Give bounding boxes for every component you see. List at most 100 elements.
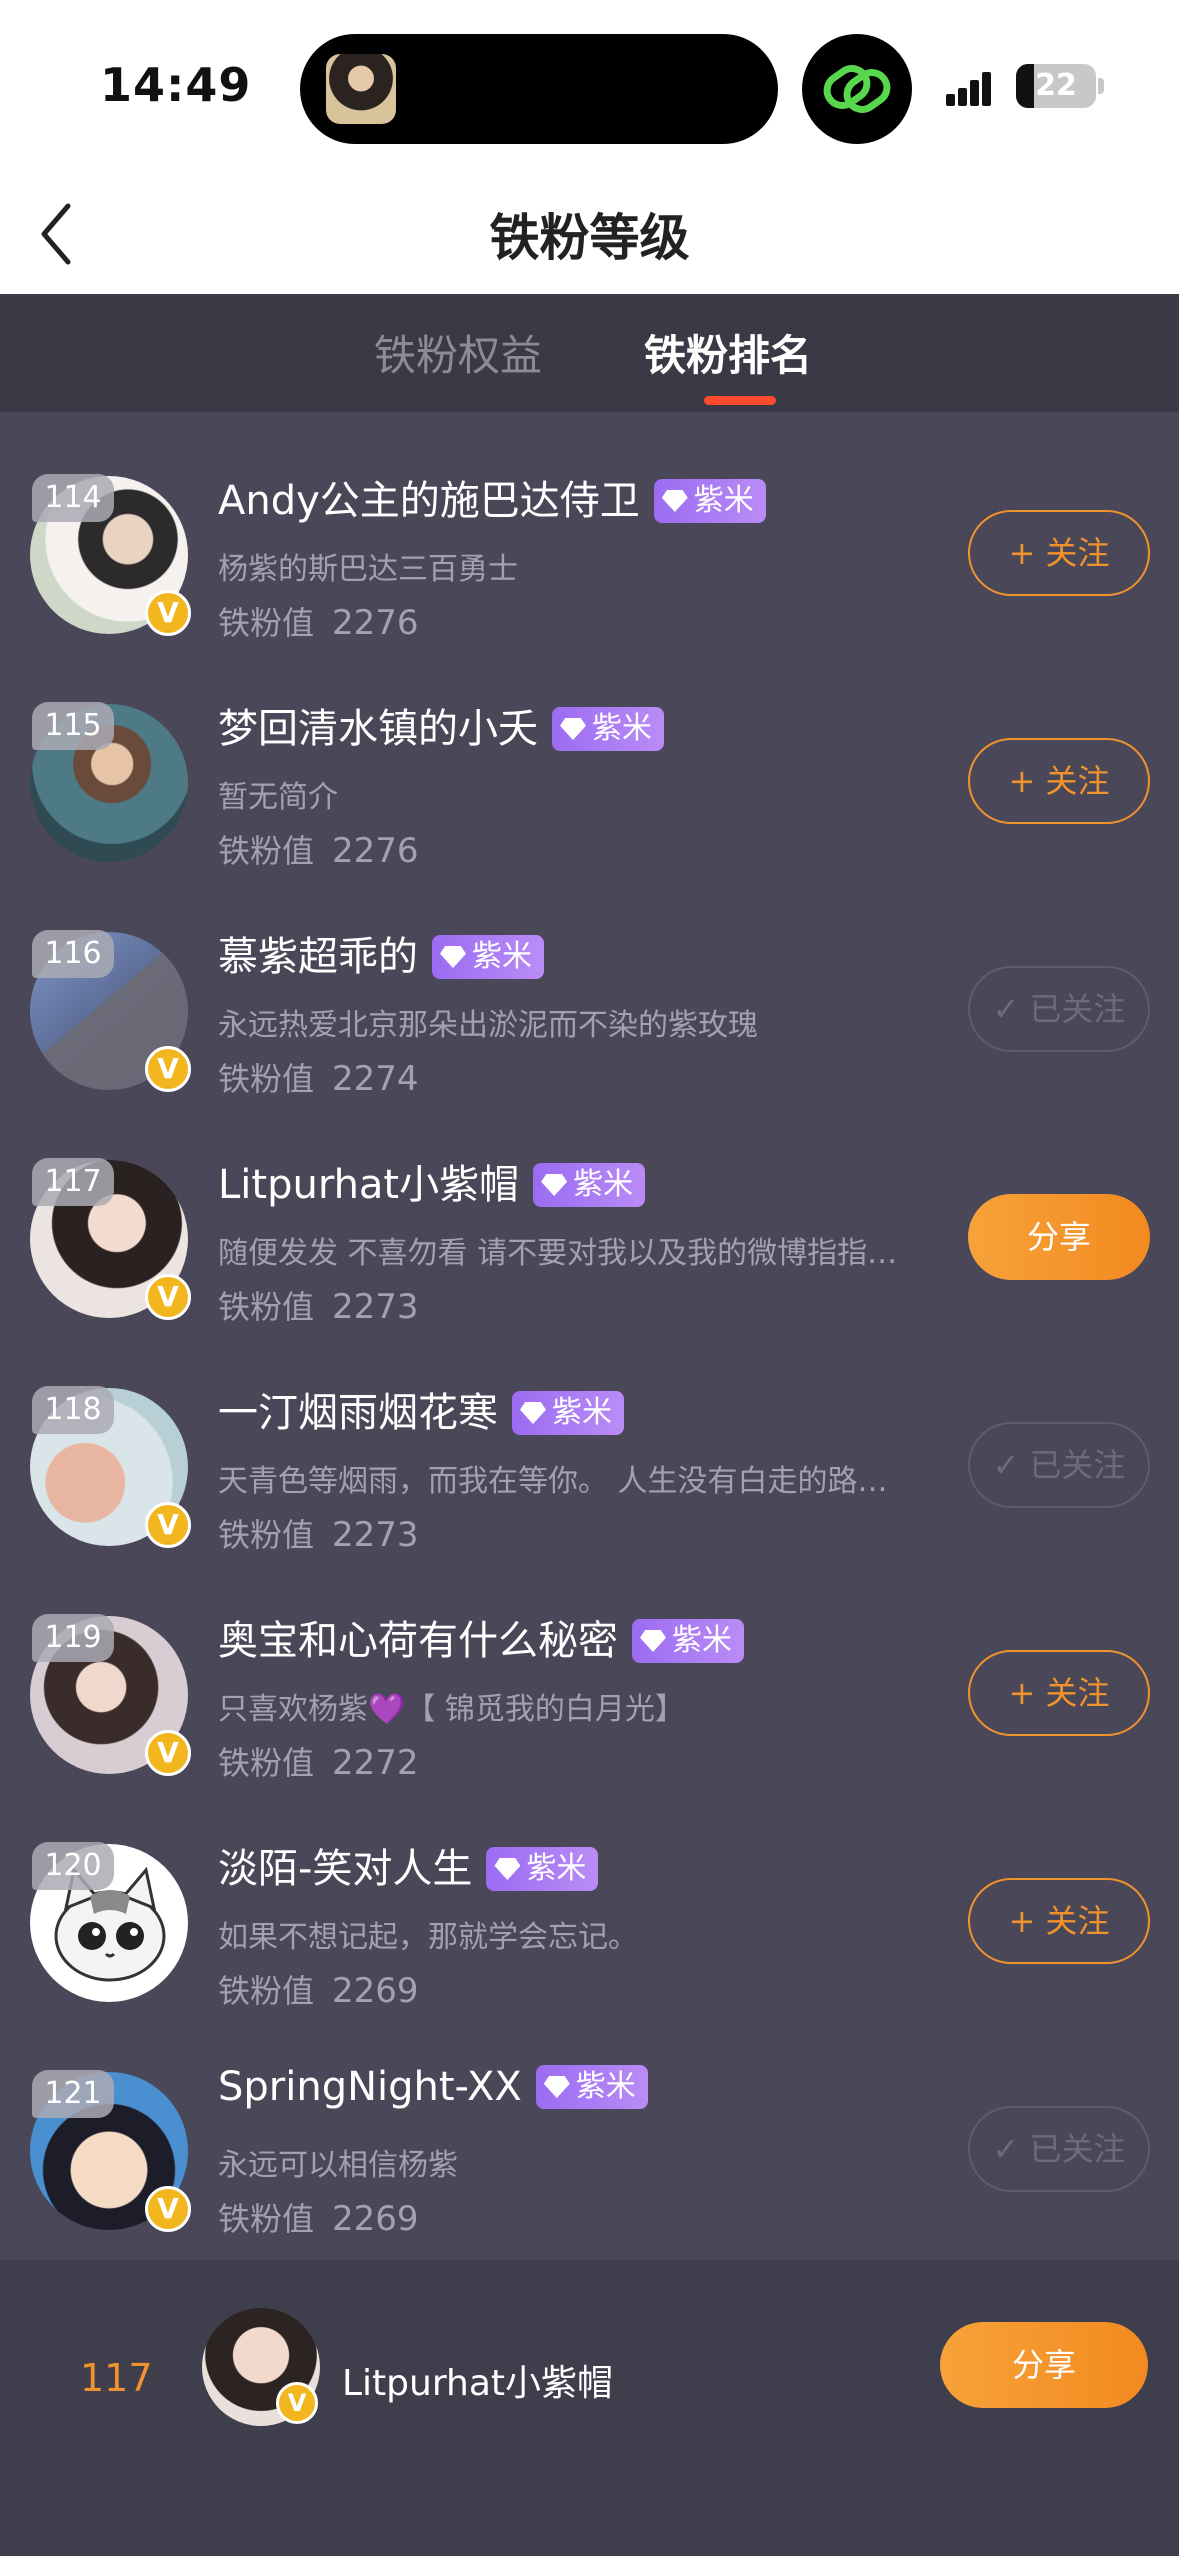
user-bio: 杨紫的斯巴达三百勇士	[218, 552, 518, 587]
my-ranking-bar: 117 V Litpurhat小紫帽 分享	[0, 2260, 1179, 2556]
nav-bar: 铁粉等级	[0, 170, 1179, 294]
level-tag: 紫米	[432, 935, 544, 979]
user-name[interactable]: 奥宝和心荷有什么秘密 紫米	[218, 1608, 744, 1666]
level-tag-label: 紫米	[672, 1623, 732, 1658]
following-button[interactable]: ✓ 已关注	[968, 966, 1150, 1052]
verified-icon: V	[145, 1046, 191, 1092]
level-tag-label: 紫米	[472, 939, 532, 974]
follow-button[interactable]: + 关注	[968, 1878, 1150, 1964]
user-name[interactable]: Andy公主的施巴达侍卫 紫米	[218, 468, 766, 526]
fan-score-value: 2272	[332, 1743, 419, 1783]
list-item[interactable]: 121 V SpringNight-XX 紫米 永远可以相信杨紫 铁粉值 2269 …	[0, 2008, 1179, 2239]
fan-score-label: 铁粉值	[218, 2200, 315, 2238]
rank-badge: 116	[32, 930, 114, 978]
user-name-text: 奥宝和心荷有什么秘密	[218, 1618, 618, 1664]
gem-icon	[661, 490, 688, 512]
list-item[interactable]: 118 V 一汀烟雨烟花寒 紫米 天青色等烟雨，而我在等你。 人生没有白走的路… …	[0, 1324, 1179, 1555]
list-item[interactable]: 117 V Litpurhat小紫帽 紫米 随便发发 不喜勿看 请不要对我以及我的…	[0, 1096, 1179, 1327]
fan-score-label: 铁粉值	[218, 1288, 315, 1326]
tab-ranking[interactable]: 铁粉排名	[644, 322, 812, 383]
rank-badge: 117	[32, 1158, 114, 1206]
list-item[interactable]: 115 梦回清水镇的小夭 紫米 暂无简介 铁粉值 2276 + 关注	[0, 640, 1179, 871]
follow-button[interactable]: + 关注	[968, 738, 1150, 824]
fan-score: 铁粉值 2269	[218, 2194, 419, 2240]
battery-cap	[1098, 78, 1104, 94]
level-tag: 紫米	[632, 1619, 744, 1663]
fan-score-value: 2276	[332, 603, 419, 643]
fan-score-label: 铁粉值	[218, 1060, 315, 1098]
user-name[interactable]: SpringNight-XX 紫米	[218, 2064, 648, 2110]
my-name: Litpurhat小紫帽	[342, 2363, 614, 2404]
follow-button[interactable]: + 关注	[968, 1650, 1150, 1736]
user-bio: 如果不想记起，那就学会忘记。	[218, 1920, 638, 1955]
link-icon[interactable]	[802, 34, 912, 144]
user-bio: 永远热爱北京那朵出淤泥而不染的紫玫瑰	[218, 1008, 758, 1043]
user-name[interactable]: 慕紫超乖的 紫米	[218, 924, 544, 982]
rank-badge: 118	[32, 1386, 114, 1434]
level-tag-label: 紫米	[573, 1167, 634, 1202]
tab-benefits[interactable]: 铁粉权益	[374, 322, 542, 383]
list-item[interactable]: 114 V Andy公主的施巴达侍卫 紫米 杨紫的斯巴达三百勇士 铁粉值 2276 …	[0, 412, 1179, 643]
fan-score-label: 铁粉值	[218, 1744, 315, 1782]
level-tag-label: 紫米	[592, 711, 652, 746]
level-tag: 紫米	[512, 1391, 624, 1435]
dynamic-island[interactable]	[300, 34, 778, 144]
user-name-text: 淡陌-笑对人生	[218, 1846, 473, 1892]
user-name[interactable]: Litpurhat小紫帽 紫米	[218, 1152, 646, 1210]
user-bio: 天青色等烟雨，而我在等你。 人生没有白走的路…	[218, 1464, 888, 1499]
my-share-button[interactable]: 分享	[940, 2322, 1148, 2408]
rank-badge: 114	[32, 474, 114, 522]
list-item[interactable]: 116 V 慕紫超乖的 紫米 永远热爱北京那朵出淤泥而不染的紫玫瑰 铁粉值 2274…	[0, 868, 1179, 1099]
share-button[interactable]: 分享	[968, 1194, 1150, 1280]
fan-score-value: 2276	[332, 831, 419, 871]
fan-score-value: 2269	[332, 1971, 419, 2011]
now-playing-thumbnail[interactable]	[326, 54, 396, 124]
user-name-text: 梦回清水镇的小夭	[218, 706, 538, 752]
user-name-text: 一汀烟雨烟花寒	[218, 1390, 498, 1436]
follow-button[interactable]: + 关注	[968, 510, 1150, 596]
fan-score: 铁粉值 2274	[218, 1054, 419, 1100]
fan-score-value: 2269	[332, 2199, 419, 2239]
gem-icon	[560, 718, 586, 740]
status-bar: 14:49 22	[0, 0, 1179, 170]
verified-icon: V	[145, 1274, 191, 1320]
rank-badge: 115	[32, 702, 114, 750]
user-name[interactable]: 淡陌-笑对人生 紫米	[218, 1836, 599, 1894]
verified-icon: V	[145, 1730, 191, 1776]
level-tag: 紫米	[533, 1163, 646, 1207]
user-name-text: Andy公主的施巴达侍卫	[218, 478, 640, 524]
level-tag: 紫米	[552, 707, 664, 751]
battery-level: 22	[1035, 68, 1077, 103]
fan-score: 铁粉值 2273	[218, 1282, 419, 1328]
user-bio: 只喜欢杨紫💜【 锦觅我的白月光】	[218, 1692, 685, 1727]
verified-icon: V	[145, 2186, 191, 2232]
user-name[interactable]: 一汀烟雨烟花寒 紫米	[218, 1380, 624, 1438]
verified-icon: V	[145, 590, 191, 636]
verified-icon: V	[276, 2382, 318, 2424]
page-title: 铁粉等级	[489, 209, 690, 267]
verified-icon: V	[145, 1502, 191, 1548]
list-item[interactable]: 120 淡陌-笑对人生 紫米 如果不想记起，那就学会忘记。 铁粉值 2269 + 关…	[0, 1780, 1179, 2011]
fan-score: 铁粉值 2276	[218, 598, 419, 644]
fan-score-label: 铁粉值	[218, 1516, 315, 1554]
following-button[interactable]: ✓ 已关注	[968, 1422, 1150, 1508]
following-button[interactable]: ✓ 已关注	[968, 2106, 1150, 2192]
fan-score: 铁粉值 2276	[218, 826, 419, 872]
signal-icon	[946, 70, 1002, 106]
status-time: 14:49	[100, 58, 252, 112]
level-tag-label: 紫米	[526, 1851, 587, 1886]
user-bio: 暂无简介	[218, 780, 338, 815]
user-name[interactable]: 梦回清水镇的小夭 紫米	[218, 696, 664, 754]
level-tag: 紫米	[486, 1847, 599, 1891]
list-item[interactable]: 119 V 奥宝和心荷有什么秘密 紫米 只喜欢杨紫💜【 锦觅我的白月光】 铁粉值 2…	[0, 1552, 1179, 1783]
fan-score-label: 铁粉值	[218, 1972, 315, 2010]
battery-icon: 22	[1016, 64, 1096, 108]
user-bio: 永远可以相信杨紫	[218, 2148, 458, 2183]
gem-icon	[520, 1402, 546, 1424]
gem-icon	[541, 1174, 568, 1196]
gem-icon	[494, 1858, 521, 1880]
my-rank: 117	[80, 2356, 153, 2400]
level-tag: 紫米	[535, 2065, 648, 2109]
fan-score-label: 铁粉值	[218, 832, 315, 870]
gem-icon	[640, 1630, 666, 1652]
